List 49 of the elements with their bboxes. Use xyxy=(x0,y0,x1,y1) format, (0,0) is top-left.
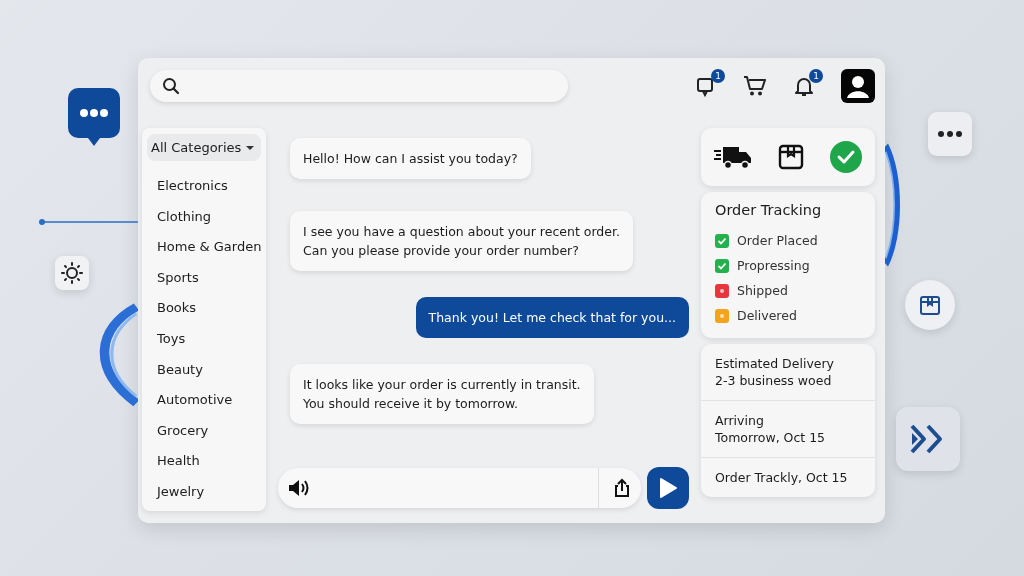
category-link[interactable]: Home & Garden xyxy=(147,232,261,263)
category-link[interactable]: Beauty xyxy=(147,354,261,386)
user-message: Thank you! Let me check that for you... xyxy=(415,297,689,338)
category-link[interactable]: Electronics xyxy=(147,171,261,202)
more-icon xyxy=(938,131,962,137)
category-link[interactable]: Clothing xyxy=(147,201,261,233)
more-button[interactable] xyxy=(928,112,972,156)
play-icon xyxy=(658,477,678,499)
cart-icon[interactable] xyxy=(743,75,767,97)
delivery-label: Arriving xyxy=(715,412,765,429)
delivery-value: 2-3 business woed xyxy=(715,372,833,389)
bell-icon[interactable] xyxy=(793,75,815,97)
search-icon xyxy=(162,77,180,95)
agent-message: It looks like your order is currently in transit. You should receive it by tomorrow. xyxy=(290,364,594,424)
notification-badge: 1 xyxy=(809,69,823,83)
send-button[interactable] xyxy=(647,467,689,509)
category-link[interactable]: Health xyxy=(147,446,261,477)
speaker-icon xyxy=(288,478,310,498)
sun-icon xyxy=(61,262,83,284)
delivery-value: Tomorrow, Oct 15 xyxy=(715,429,827,446)
avatar-icon[interactable] xyxy=(841,69,875,103)
notification-badge: 1 xyxy=(711,69,725,83)
category-link[interactable]: Toys xyxy=(147,323,261,355)
agent-message: I see you have a question about your recent order. Can you please provide your order number? xyxy=(290,211,633,271)
category-link[interactable]: Books xyxy=(147,293,261,324)
tracking-step-label: Order Placed xyxy=(737,233,818,248)
package-button[interactable] xyxy=(905,280,955,330)
delivery-label: Estimated Delivery xyxy=(715,355,835,372)
tracking-step-label: Delivered xyxy=(737,308,797,323)
tracking-step-label: Propressing xyxy=(737,258,810,273)
message-input[interactable] xyxy=(278,468,641,508)
forward-button[interactable] xyxy=(896,407,960,471)
category-dropdown[interactable]: All Categories xyxy=(147,134,261,161)
delivery-label: Order Trackly, Oct 15 xyxy=(715,469,849,486)
share-icon[interactable] xyxy=(613,478,631,498)
category-link[interactable]: Automotive xyxy=(147,385,261,416)
box-icon xyxy=(919,294,941,316)
category-link[interactable]: Jewelry xyxy=(147,476,261,508)
verified-check-icon xyxy=(828,140,863,174)
tracking-step-label: Shipped xyxy=(737,283,788,298)
category-link[interactable]: Sports xyxy=(147,262,261,294)
caret-icon xyxy=(246,145,255,150)
search-field[interactable] xyxy=(150,70,568,102)
brightness-button[interactable] xyxy=(55,256,89,290)
box-icon xyxy=(778,144,804,170)
agent-message: Hello! How can I assist you today? xyxy=(290,138,531,179)
chat-bubble-icon[interactable] xyxy=(68,88,120,148)
category-link[interactable]: Grocery xyxy=(147,415,261,447)
tracking-title: Order Tracking xyxy=(715,202,823,218)
